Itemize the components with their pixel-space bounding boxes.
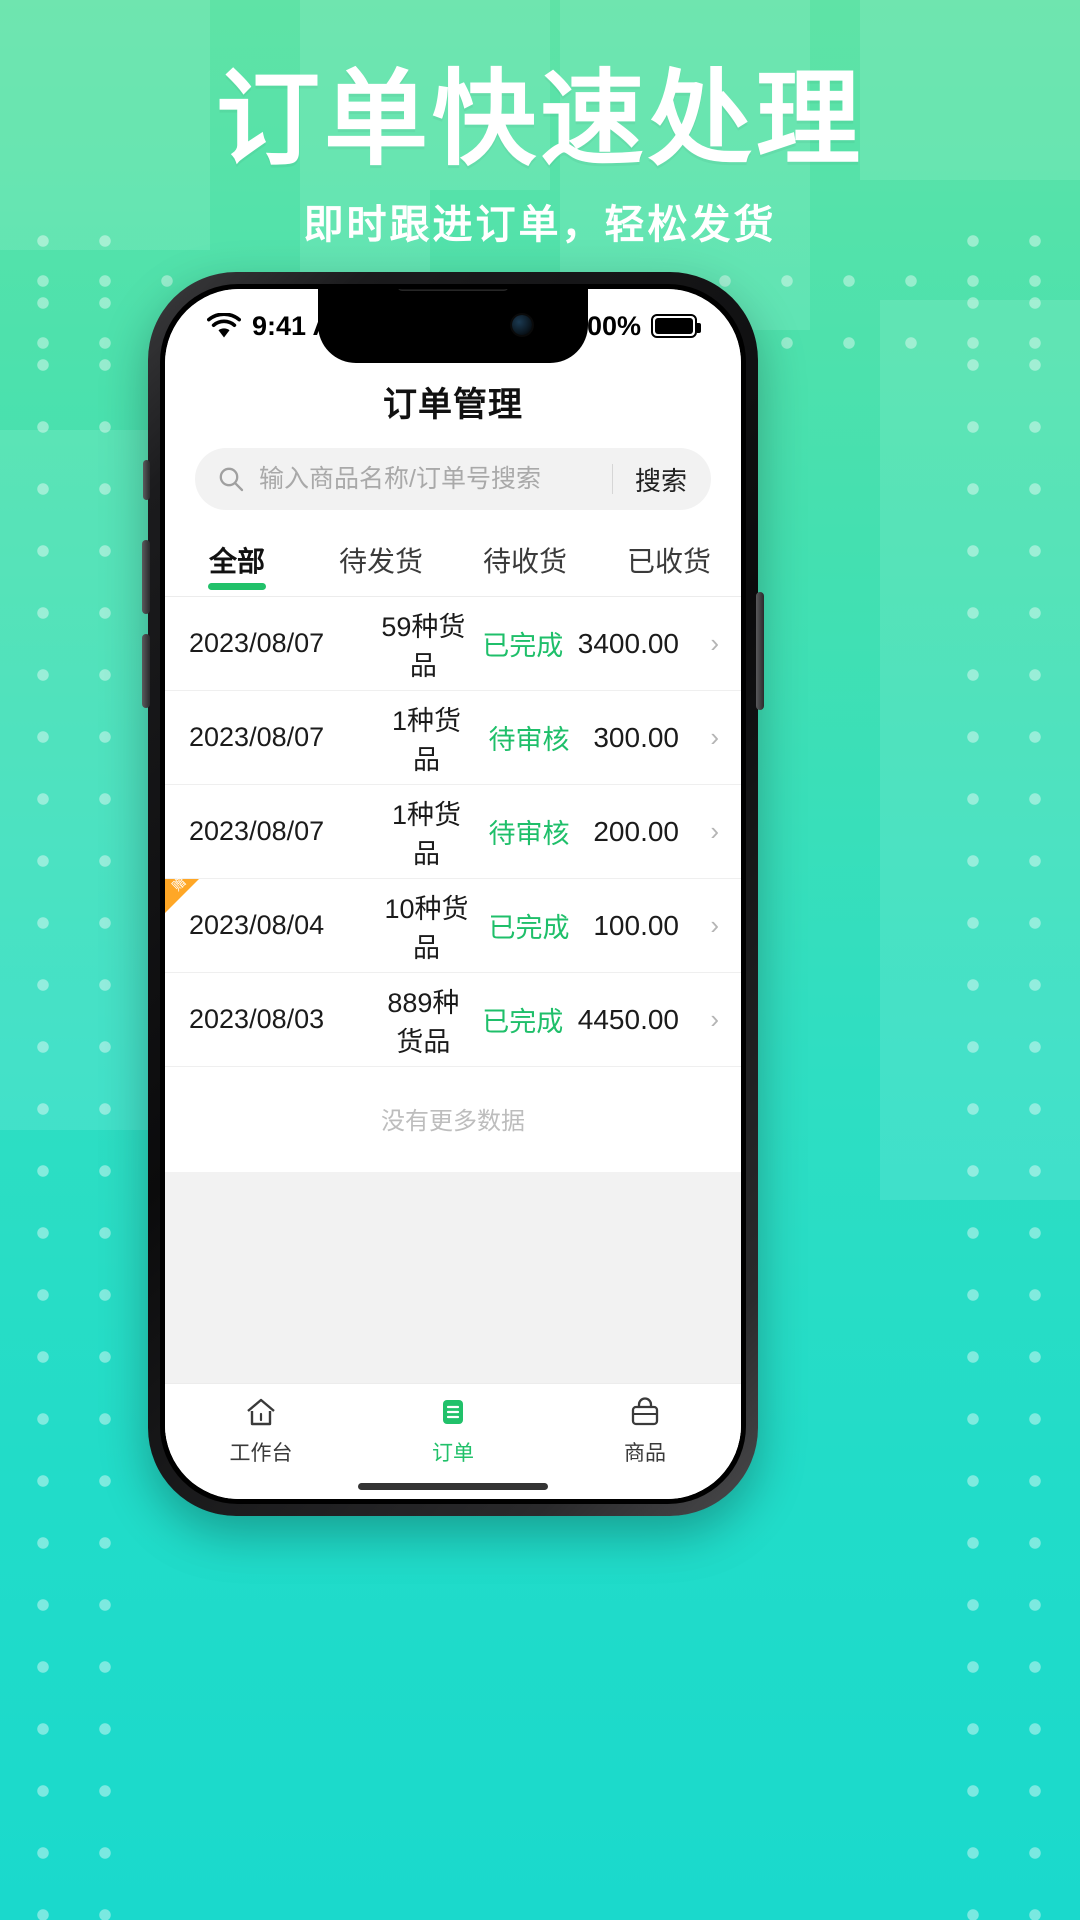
search-button[interactable]: 搜索 — [619, 461, 703, 498]
tab-to-receive[interactable]: 待收货 — [453, 528, 597, 596]
order-date: 2023/08/07 — [189, 628, 325, 658]
table-row[interactable]: 2023/08/07 1种货品 待审核 300.00 › — [165, 691, 741, 785]
home-indicator — [358, 1483, 548, 1490]
status-badge: 已完成 — [482, 631, 564, 661]
wifi-icon — [207, 313, 241, 338]
orders-icon — [436, 1394, 470, 1430]
order-goods: 1种货品 — [391, 705, 462, 775]
promo-subline: 即时跟进订单，轻松发货 — [303, 203, 777, 247]
list-footer-text: 没有更多数据 — [165, 1067, 741, 1172]
search-bar: 搜索 — [165, 448, 741, 528]
gift-corner-flag: 赠 — [165, 874, 199, 913]
order-filter-tabs: 全部 待发货 待收货 已收货 — [165, 528, 741, 597]
earpiece-speaker — [397, 289, 509, 291]
phone-notch — [318, 289, 588, 363]
order-date: 2023/08/07 — [189, 722, 325, 752]
volume-up-button[interactable] — [142, 540, 150, 614]
front-camera — [512, 315, 532, 335]
order-date: 2023/08/07 — [189, 816, 325, 846]
page-title: 订单管理 — [383, 386, 523, 424]
volume-down-button[interactable] — [142, 634, 150, 708]
nav-label: 工作台 — [229, 1442, 293, 1465]
table-row[interactable]: 2023/08/07 1种货品 待审核 200.00 › — [165, 785, 741, 879]
order-goods: 59种货品 — [381, 611, 466, 681]
status-bar-right: 100% — [572, 311, 701, 342]
order-amount: 200.00 — [593, 815, 679, 847]
status-badge: 待审核 — [488, 725, 570, 755]
search-divider — [611, 464, 613, 494]
order-goods: 889种货品 — [387, 987, 460, 1057]
table-row[interactable]: 2023/08/03 889种货品 已完成 4450.00 › — [165, 973, 741, 1067]
order-date: 2023/08/03 — [189, 1004, 325, 1034]
order-list: 2023/08/07 59种货品 已完成 3400.00 › 2023/08/0… — [165, 597, 741, 1172]
order-amount: 100.00 — [593, 909, 679, 941]
phone-bezel: 9:41 AM 100% 订单管理 搜索 — [160, 284, 746, 1504]
chevron-right-icon: › — [710, 816, 719, 846]
app-header: 订单管理 — [165, 363, 741, 448]
status-badge: 待审核 — [488, 819, 570, 849]
power-button[interactable] — [756, 592, 764, 710]
order-goods: 10种货品 — [384, 893, 469, 963]
home-icon — [244, 1394, 278, 1430]
phone-mockup: 9:41 AM 100% 订单管理 搜索 — [142, 272, 764, 1516]
search-icon — [219, 467, 244, 492]
nav-label: 商品 — [624, 1442, 666, 1465]
tab-to-ship[interactable]: 待发货 — [309, 528, 453, 596]
goods-icon — [628, 1394, 662, 1430]
order-amount: 300.00 — [593, 721, 679, 753]
tab-received[interactable]: 已收货 — [597, 528, 741, 596]
order-goods: 1种货品 — [391, 799, 462, 869]
chevron-right-icon: › — [710, 1004, 719, 1034]
nav-item-goods[interactable]: 商品 — [549, 1394, 741, 1467]
table-row[interactable]: 2023/08/07 59种货品 已完成 3400.00 › — [165, 597, 741, 691]
nav-item-workbench[interactable]: 工作台 — [165, 1394, 357, 1467]
search-input[interactable] — [245, 464, 606, 494]
phone-screen: 9:41 AM 100% 订单管理 搜索 — [165, 289, 741, 1499]
silent-switch[interactable] — [143, 460, 150, 500]
status-badge: 已完成 — [488, 913, 570, 943]
chevron-right-icon: › — [710, 722, 719, 752]
order-amount: 4450.00 — [577, 1003, 679, 1035]
bottom-navigation: 工作台 订单 商品 — [165, 1383, 741, 1499]
table-row[interactable]: 赠 2023/08/04 10种货品 已完成 100.00 › — [165, 874, 741, 973]
status-badge: 已完成 — [482, 1007, 564, 1037]
search-box[interactable]: 搜索 — [195, 448, 711, 510]
battery-full-icon — [651, 314, 701, 338]
promo-headline: 订单快速处理 — [215, 58, 864, 180]
nav-item-orders[interactable]: 订单 — [357, 1394, 549, 1467]
order-date: 2023/08/04 — [189, 910, 325, 940]
tab-all[interactable]: 全部 — [165, 528, 309, 596]
order-amount: 3400.00 — [577, 627, 679, 659]
nav-label: 订单 — [432, 1442, 474, 1465]
chevron-right-icon: › — [710, 910, 719, 940]
chevron-right-icon: › — [710, 628, 719, 658]
